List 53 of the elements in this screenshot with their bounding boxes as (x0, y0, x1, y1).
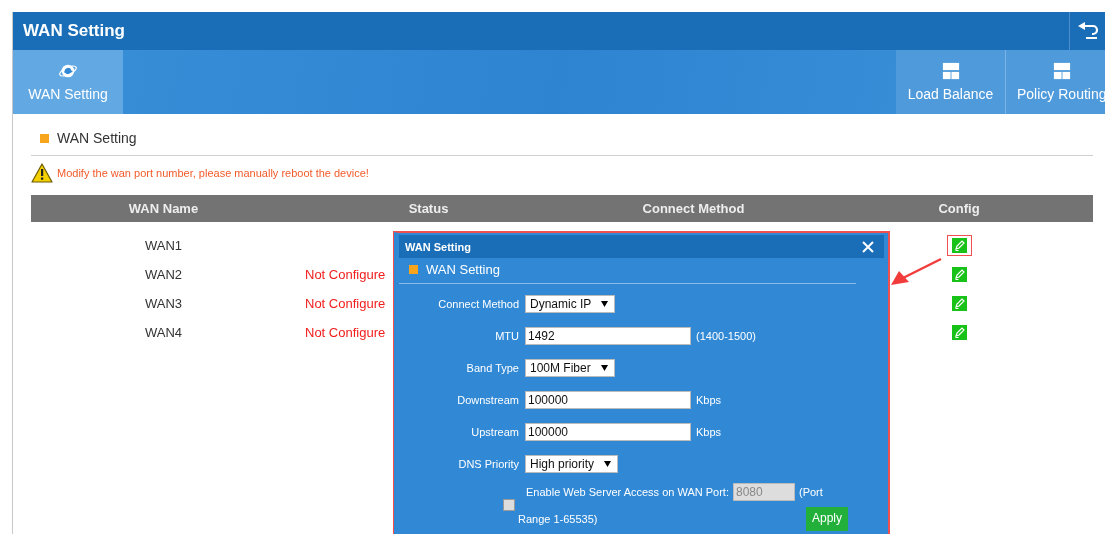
layout-icon (1053, 62, 1071, 80)
caret-icon (601, 301, 609, 307)
dropdown[interactable]: Dynamic IP (525, 295, 616, 313)
close-button[interactable] (862, 240, 874, 253)
status-cell-text: Not Configure (304, 267, 386, 282)
section-marker (40, 133, 49, 143)
column-header: Connect Method (641, 201, 746, 216)
column-header: Status (407, 201, 450, 216)
dropdown[interactable]: High priority (525, 455, 619, 473)
section-marker (409, 265, 418, 274)
return-icon (1076, 22, 1099, 40)
field-label: DNS Priority (457, 458, 519, 470)
column-header: Config (937, 201, 981, 216)
field-label: Downstream (456, 394, 519, 406)
field-label: Upstream (470, 426, 519, 438)
warning-message: Modify the wan port number, please manually reboot the device! (57, 167, 369, 179)
field-label: Band Type (465, 362, 519, 374)
dropdown[interactable]: 100M Fiber (525, 359, 615, 377)
status-cell-text: Not Configure (304, 296, 386, 311)
layout-icon (941, 62, 960, 80)
edit-icon (951, 325, 967, 340)
status-cell-text: Not Configure (304, 325, 386, 340)
close-icon (862, 240, 874, 253)
column-header: WAN Name (127, 201, 200, 216)
edit-icon (951, 267, 967, 282)
unit-label: Kbps (696, 426, 722, 438)
field-label: Connect Method (437, 298, 519, 310)
input-field[interactable]: 1492 (525, 327, 691, 345)
range-hint: (Port (799, 486, 823, 498)
caret-icon (600, 365, 608, 371)
unit-label: (1400-1500) (696, 330, 756, 342)
section-title: WAN Setting (426, 262, 500, 277)
edit-icon (951, 238, 967, 253)
unit-label: Kbps (696, 394, 722, 406)
browser-icon (59, 62, 77, 80)
table-cell: WAN2 (144, 267, 183, 282)
input-field[interactable]: 100000 (525, 423, 691, 441)
caret-icon (604, 461, 612, 467)
annotation-arrow (891, 257, 943, 287)
range-hint: Range 1-65535) (518, 513, 598, 525)
window-title: WAN Setting (22, 21, 125, 41)
field-label: MTU (494, 330, 519, 342)
dialog-title: WAN Setting (405, 240, 471, 253)
input-field[interactable]: 100000 (525, 391, 691, 409)
table-cell: WAN3 (144, 296, 183, 311)
checkbox[interactable] (503, 499, 515, 511)
section-title: WAN Setting (57, 130, 137, 146)
table-cell: WAN1 (144, 238, 183, 253)
table-cell: WAN4 (144, 325, 183, 340)
warning-icon (31, 163, 53, 183)
checkbox-label: Enable Web Server Access on WAN Port: (526, 486, 729, 498)
edit-icon (951, 296, 967, 311)
edit-button[interactable] (946, 235, 972, 256)
